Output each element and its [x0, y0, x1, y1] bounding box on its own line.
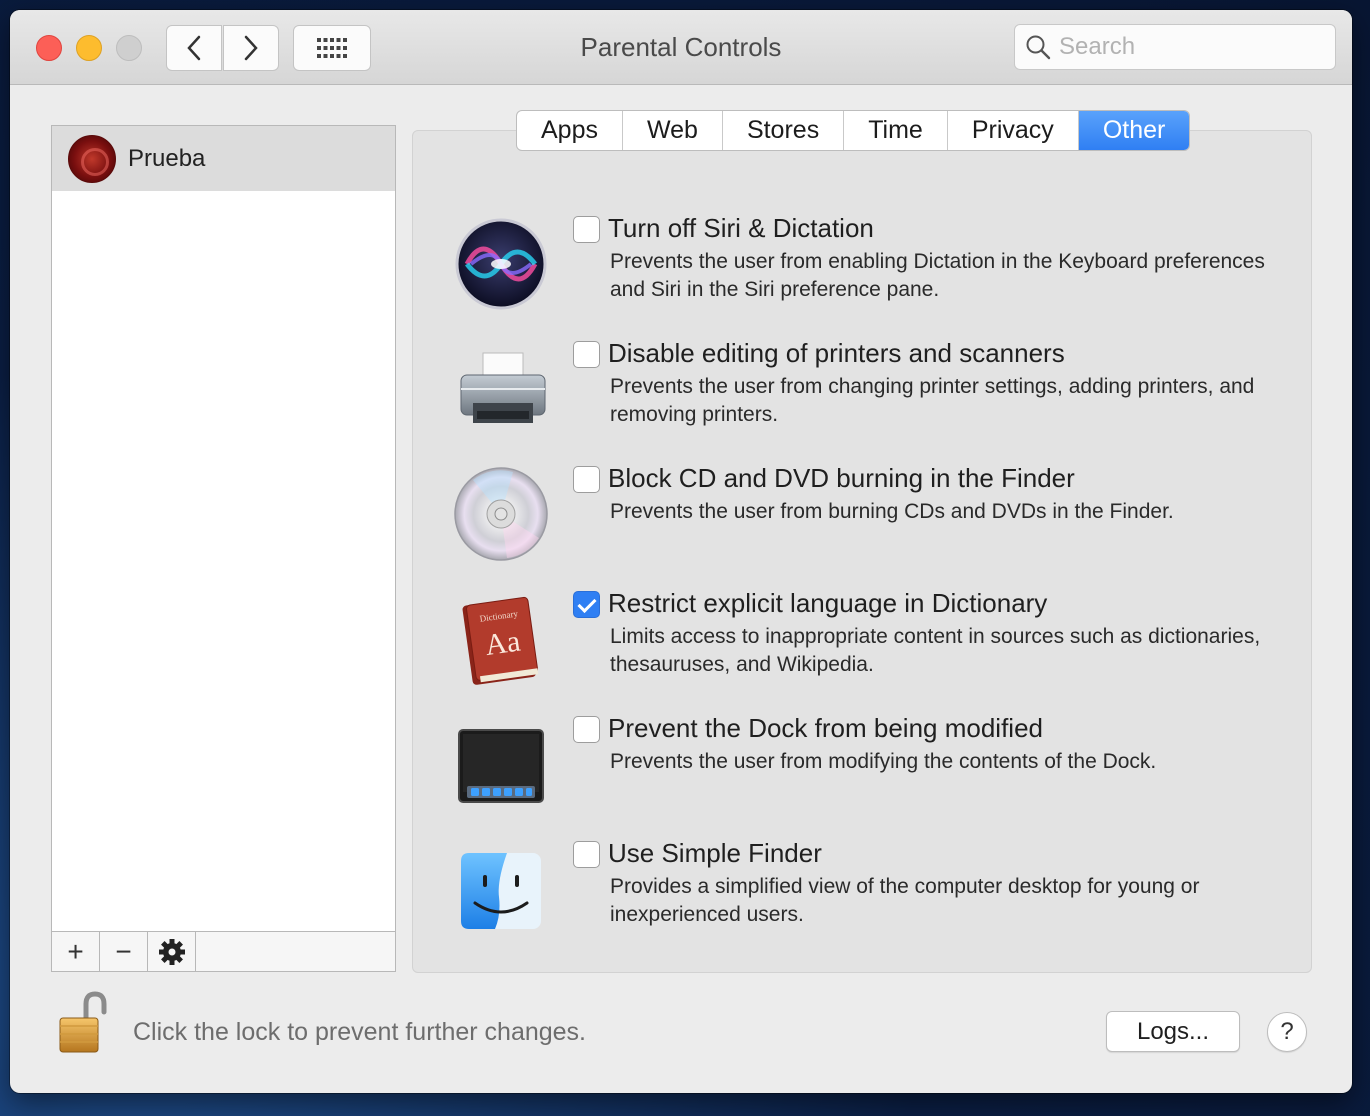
gear-icon [158, 938, 185, 965]
dictionary-language-checkbox[interactable] [573, 591, 600, 618]
search-input[interactable] [1059, 33, 1319, 61]
cd-dvd-burning-checkbox[interactable] [573, 466, 600, 493]
siri-dictation-checkbox[interactable] [573, 216, 600, 243]
dictionary-icon: Dictionary Aa [462, 596, 539, 685]
add-user-button[interactable]: + [52, 932, 100, 971]
finder-icon [461, 853, 541, 929]
tab-web[interactable]: Web [623, 111, 723, 150]
tab-time[interactable]: Time [844, 111, 948, 150]
lock-status-text: Click the lock to prevent further change… [133, 1018, 587, 1046]
dock-modification-checkbox[interactable] [573, 716, 600, 743]
option-title: Use Simple Finder [608, 838, 822, 868]
cd-icon [454, 467, 548, 561]
svg-text:Aa: Aa [483, 625, 522, 663]
option-description: Prevents the user from burning CDs and D… [610, 500, 1174, 523]
option-description: Prevents the user from changing printer … [610, 375, 1255, 426]
close-button[interactable] [36, 35, 62, 61]
chevron-left-icon [187, 35, 201, 61]
back-button[interactable] [166, 25, 222, 71]
minimize-button[interactable] [76, 35, 102, 61]
printers-scanners-checkbox[interactable] [573, 341, 600, 368]
search-field[interactable] [1014, 24, 1336, 70]
user-list: Prueba + − [51, 125, 396, 972]
logs-button[interactable]: Logs... [1106, 1011, 1240, 1052]
help-button[interactable]: ? [1267, 1012, 1307, 1052]
grid-icon [317, 38, 347, 58]
option-siri-dictation: Turn off Siri & Dictation Prevents the u… [413, 213, 1313, 326]
unlocked-lock-icon[interactable] [58, 990, 110, 1056]
plus-icon: + [67, 935, 84, 967]
show-all-button[interactable] [293, 25, 371, 71]
option-cd-dvd-burning: Block CD and DVD burning in the Finder P… [413, 463, 1313, 576]
forward-button[interactable] [223, 25, 279, 71]
printer-icon [460, 352, 546, 423]
parental-controls-window: Parental Controls Prueba + − [10, 10, 1352, 1093]
option-title: Prevent the Dock from being modified [608, 713, 1043, 743]
user-name: Prueba [128, 144, 206, 172]
option-printers-scanners: Disable editing of printers and scanners… [413, 338, 1313, 451]
tab-other[interactable]: Other [1078, 111, 1190, 150]
chevron-right-icon [244, 35, 258, 61]
option-description: Prevents the user from enabling Dictatio… [610, 250, 1265, 301]
remove-user-button[interactable]: − [100, 932, 148, 971]
tab-privacy[interactable]: Privacy [948, 111, 1079, 150]
option-title: Block CD and DVD burning in the Finder [608, 463, 1075, 493]
tab-apps[interactable]: Apps [517, 111, 623, 150]
user-list-item[interactable]: Prueba [52, 126, 395, 191]
other-tab-panel: Turn off Siri & Dictation Prevents the u… [412, 130, 1312, 973]
search-icon [1026, 35, 1051, 60]
option-dictionary-language: Dictionary Aa Restrict explicit language… [413, 588, 1313, 701]
tab-stores[interactable]: Stores [723, 111, 845, 150]
option-description: Limits access to inappropriate content i… [610, 625, 1261, 676]
avatar [68, 134, 116, 183]
dock-icon [458, 729, 544, 803]
titlebar: Parental Controls [10, 10, 1352, 85]
user-list-toolbar: + − [52, 931, 395, 971]
zoom-button[interactable] [116, 35, 142, 61]
option-description: Provides a simplified view of the comput… [610, 875, 1200, 926]
action-menu-button[interactable] [148, 932, 196, 971]
minus-icon: − [115, 935, 132, 967]
option-description: Prevents the user from modifying the con… [610, 750, 1157, 773]
option-title: Restrict explicit language in Dictionary [608, 588, 1048, 618]
siri-icon [455, 218, 547, 310]
option-dock-modification: Prevent the Dock from being modified Pre… [413, 713, 1313, 826]
option-simple-finder: Use Simple Finder Provides a simplified … [413, 838, 1313, 951]
tab-bar: Apps Web Stores Time Privacy Other [516, 110, 1191, 151]
simple-finder-checkbox[interactable] [573, 841, 600, 868]
option-title: Disable editing of printers and scanners [608, 338, 1065, 368]
option-title: Turn off Siri & Dictation [608, 213, 874, 243]
